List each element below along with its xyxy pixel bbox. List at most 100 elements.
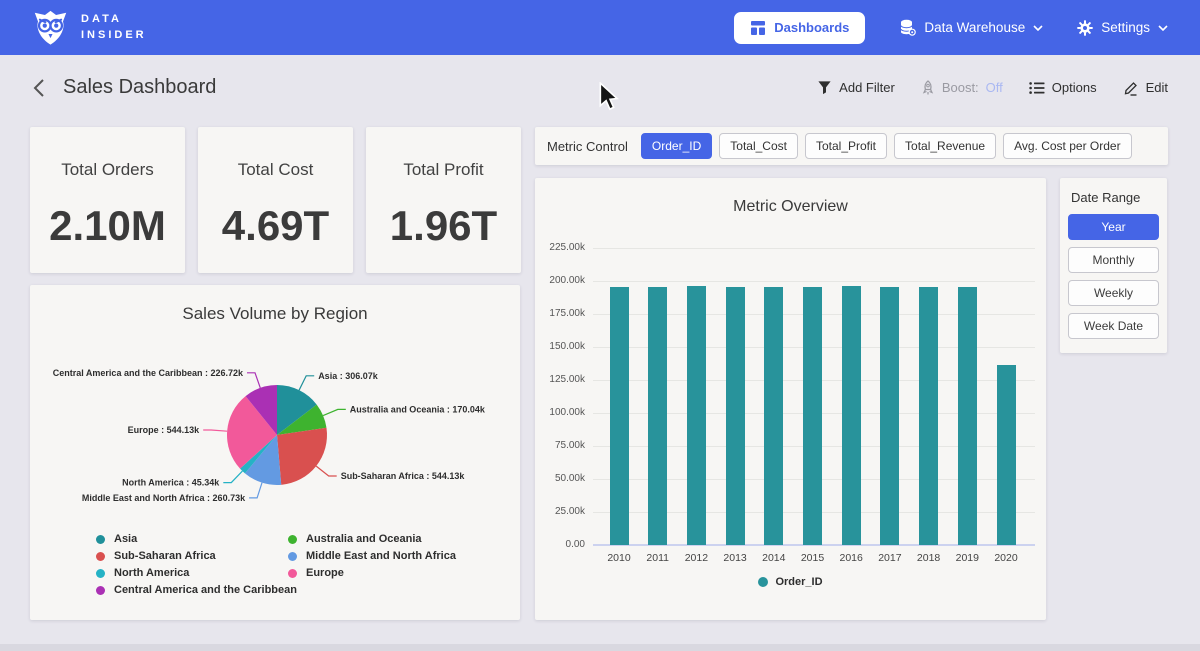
x-axis-label-2012: 2012 — [676, 552, 716, 564]
y-tick-label: 200.00k — [535, 275, 585, 286]
gear-icon — [1077, 20, 1093, 36]
metric-button-order-id[interactable]: Order_ID — [641, 133, 712, 159]
bar-2016[interactable] — [842, 286, 861, 545]
boost-rocket-icon — [921, 80, 935, 96]
x-axis-label-2015: 2015 — [793, 552, 833, 564]
pie-legend-item-north-america[interactable]: North America — [96, 567, 297, 579]
legend-label: Middle East and North Africa — [306, 550, 456, 562]
edit-label: Edit — [1146, 80, 1168, 95]
legend-dot — [96, 552, 105, 561]
back-button[interactable] — [32, 78, 45, 98]
bar-2019[interactable] — [958, 287, 977, 545]
date-range-panel: Date Range Year Monthly Weekly Week Date — [1060, 178, 1167, 353]
bar-2014[interactable] — [764, 287, 783, 545]
bar-chart-legend[interactable]: Order_ID — [535, 576, 1046, 588]
pie-label-europe: Europe : 544.13k — [128, 425, 201, 435]
bar-chart-plot: 0.0025.00k50.00k75.00k100.00k125.00k150.… — [535, 178, 1046, 620]
edit-button[interactable]: Edit — [1123, 80, 1168, 96]
brand-logo[interactable]: DATA INSIDER — [32, 9, 147, 46]
pie-label-line — [203, 430, 227, 431]
y-tick-label: 100.00k — [535, 407, 585, 418]
chevron-down-icon — [1158, 25, 1168, 31]
pie-label-line — [316, 466, 337, 476]
metric-button-total-revenue[interactable]: Total_Revenue — [894, 133, 996, 159]
options-button[interactable]: Options — [1029, 80, 1097, 95]
pie-label-asia: Asia : 306.07k — [318, 371, 379, 381]
pie-label-middle-east-and-north-africa: Middle East and North Africa : 260.73k — [82, 493, 246, 503]
pie-slice-sub-saharan-africa[interactable] — [277, 428, 327, 485]
pie-label-line — [223, 471, 242, 483]
date-range-buttons: Year Monthly Weekly Week Date — [1068, 214, 1159, 339]
kpi-value: 4.69T — [222, 202, 329, 250]
x-axis-label-2011: 2011 — [638, 552, 678, 564]
pie-legend-item-asia[interactable]: Asia — [96, 533, 297, 545]
legend-dot — [96, 586, 105, 595]
bar-2017[interactable] — [880, 287, 899, 545]
top-nav-items: Dashboards Data Warehouse — [734, 12, 1168, 44]
pie-label-central-america-and-the-caribbean: Central America and the Caribbean : 226.… — [53, 368, 244, 378]
edit-pencil-icon — [1123, 80, 1139, 96]
date-range-button-year[interactable]: Year — [1068, 214, 1159, 240]
pie-label-sub-saharan-africa: Sub-Saharan Africa : 544.13k — [341, 471, 466, 481]
legend-dot — [288, 569, 297, 578]
nav-data-warehouse[interactable]: Data Warehouse — [899, 19, 1043, 36]
y-tick-label: 150.00k — [535, 341, 585, 352]
legend-label: Central America and the Caribbean — [114, 584, 297, 596]
date-range-button-weekly[interactable]: Weekly — [1068, 280, 1159, 306]
metric-overview-card: Metric Overview 0.0025.00k50.00k75.00k10… — [535, 178, 1046, 620]
gridline — [593, 248, 1035, 249]
x-axis-label-2013: 2013 — [715, 552, 755, 564]
boost-toggle[interactable]: Boost: Off — [921, 80, 1003, 96]
metric-button-avg-cost-per-order[interactable]: Avg. Cost per Order — [1003, 133, 1132, 159]
nav-settings[interactable]: Settings — [1077, 20, 1168, 36]
bar-2013[interactable] — [726, 287, 745, 545]
add-filter-label: Add Filter — [839, 80, 895, 95]
date-range-button-week-date[interactable]: Week Date — [1068, 313, 1159, 339]
x-axis-label-2018: 2018 — [909, 552, 949, 564]
legend-dot — [288, 535, 297, 544]
nav-data-warehouse-label: Data Warehouse — [924, 20, 1025, 35]
bar-2010[interactable] — [610, 287, 629, 545]
dashboards-grid-icon — [750, 20, 766, 36]
nav-dashboards-button[interactable]: Dashboards — [734, 12, 865, 44]
pie-legend-item-australia-and-oceania[interactable]: Australia and Oceania — [288, 533, 456, 545]
x-axis-label-2020: 2020 — [986, 552, 1026, 564]
bar-2020[interactable] — [997, 365, 1016, 545]
bar-2015[interactable] — [803, 287, 822, 545]
legend-label: North America — [114, 567, 189, 579]
legend-label: Europe — [306, 567, 344, 579]
pie-label-line — [323, 409, 346, 415]
bar-2011[interactable] — [648, 287, 667, 545]
date-range-button-monthly[interactable]: Monthly — [1068, 247, 1159, 273]
legend-dot — [758, 577, 768, 587]
add-filter-button[interactable]: Add Filter — [817, 80, 895, 95]
metric-button-total-cost[interactable]: Total_Cost — [719, 133, 798, 159]
legend-label: Asia — [114, 533, 137, 545]
y-tick-label: 125.00k — [535, 374, 585, 385]
bar-2012[interactable] — [687, 286, 706, 545]
boost-label: Boost: — [942, 80, 979, 95]
date-range-label: Date Range — [1068, 190, 1159, 205]
nav-dashboards-label: Dashboards — [774, 20, 849, 35]
legend-label: Sub-Saharan Africa — [114, 550, 216, 562]
chevron-left-icon — [32, 78, 45, 98]
y-tick-label: 75.00k — [535, 440, 585, 451]
pie-label-line — [247, 373, 260, 388]
legend-dot — [96, 569, 105, 578]
x-axis-label-2017: 2017 — [870, 552, 910, 564]
y-tick-label: 50.00k — [535, 473, 585, 484]
pie-legend-item-europe[interactable]: Europe — [288, 567, 456, 579]
kpi-label: Total Profit — [403, 160, 483, 180]
pie-label-line — [249, 483, 262, 498]
metric-button-total-profit[interactable]: Total_Profit — [805, 133, 887, 159]
nav-settings-label: Settings — [1101, 20, 1150, 35]
metric-buttons: Order_ID Total_Cost Total_Profit Total_Reve… — [641, 133, 1132, 159]
boost-value: Off — [986, 80, 1003, 95]
header-actions: Add Filter Boost: Off — [817, 80, 1168, 96]
pie-legend-item-middle-east-and-north-africa[interactable]: Middle East and North Africa — [288, 550, 456, 562]
x-axis-label-2019: 2019 — [947, 552, 987, 564]
bar-2018[interactable] — [919, 287, 938, 545]
pie-legend-item-central-america-and-the-caribbean[interactable]: Central America and the Caribbean — [96, 584, 297, 596]
pie-legend-item-sub-saharan-africa[interactable]: Sub-Saharan Africa — [96, 550, 297, 562]
brand-text: DATA INSIDER — [81, 12, 147, 44]
